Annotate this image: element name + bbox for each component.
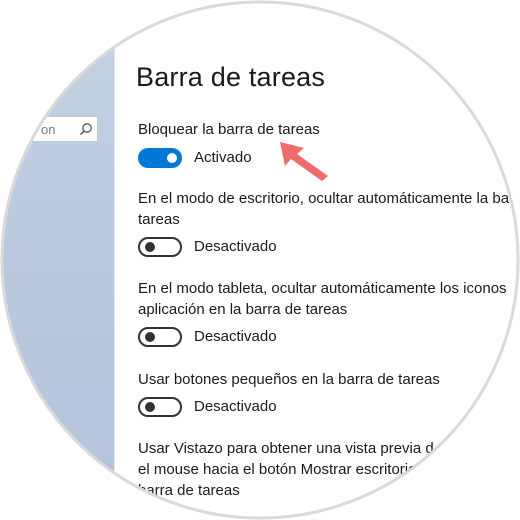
- page-title: Barra de tareas: [136, 62, 326, 92]
- setting-autohide-desktop-label: En el modo de escritorio, ocultar automá…: [138, 188, 518, 230]
- autohide-desktop-toggle[interactable]: [138, 237, 182, 257]
- search-text: on: [41, 122, 56, 137]
- label-line: tareas: [138, 211, 180, 228]
- toggle-knob: [145, 242, 155, 252]
- autohide-desktop-state: Desactivado: [194, 238, 277, 255]
- toggle-knob: [145, 402, 155, 412]
- label-line: el mouse hacia el botón Mostrar escritor…: [138, 461, 417, 478]
- setting-small-buttons-label: Usar botones pequeños en la barra de tar…: [138, 371, 440, 388]
- label-line: Usar Vistazo para obtener una vista prev…: [138, 440, 434, 457]
- settings-window: on Barra de tareas Bloquear la barra de …: [2, 2, 518, 518]
- autohide-tablet-toggle[interactable]: [138, 327, 182, 347]
- autohide-tablet-state: Desactivado: [194, 328, 277, 345]
- setting-peek-label: Usar Vistazo para obtener una vista prev…: [138, 438, 518, 501]
- toggle-knob: [145, 332, 155, 342]
- sidebar: on: [2, 2, 114, 518]
- zoom-circle: on Barra de tareas Bloquear la barra de …: [2, 2, 518, 518]
- lock-taskbar-state: Activado: [194, 149, 252, 166]
- toggle-knob: [167, 153, 177, 163]
- label-line: aplicación en la barra de tareas: [138, 301, 348, 318]
- search-icon[interactable]: [79, 122, 93, 136]
- label-line: En el modo de escritorio, ocultar automá…: [138, 190, 510, 207]
- small-buttons-toggle[interactable]: [138, 397, 182, 417]
- pointer-arrow-icon: [280, 142, 328, 181]
- setting-autohide-tablet-label: En el modo tableta, ocultar automáticame…: [138, 278, 518, 320]
- label-line: En el modo tableta, ocultar automáticame…: [138, 280, 507, 297]
- small-buttons-state: Desactivado: [194, 398, 277, 415]
- sidebar-divider: [114, 2, 115, 518]
- setting-lock-taskbar-label: Bloquear la barra de tareas: [138, 121, 320, 138]
- search-input[interactable]: on: [10, 116, 98, 142]
- lock-taskbar-toggle[interactable]: [138, 148, 182, 168]
- label-line: barra de tareas: [138, 482, 240, 499]
